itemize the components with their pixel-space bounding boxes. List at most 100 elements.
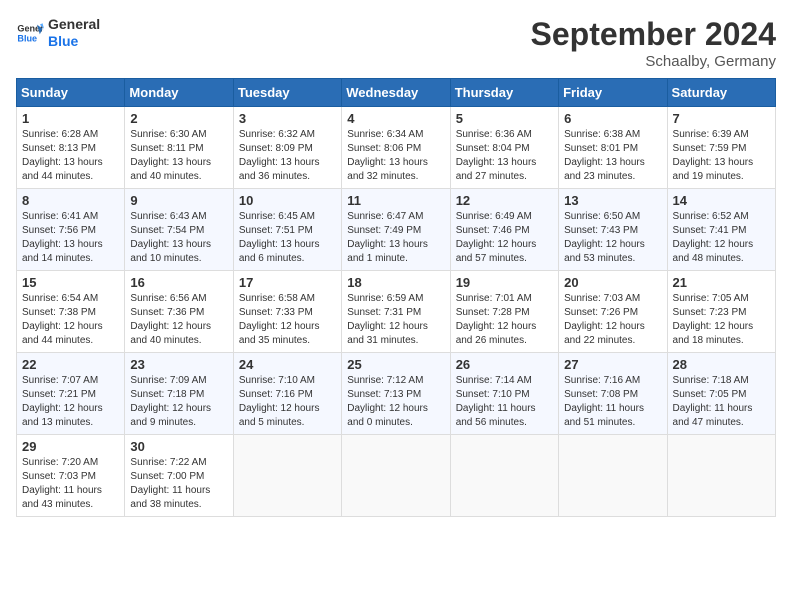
logo-text-general: General: [48, 16, 100, 33]
calendar-week-row: 29 Sunrise: 7:20 AMSunset: 7:03 PMDayligh…: [17, 435, 776, 517]
weekday-header-cell: Sunday: [17, 79, 125, 107]
calendar-day-cell: 25 Sunrise: 7:12 AMSunset: 7:13 PMDayligh…: [342, 353, 450, 435]
day-number: 29: [22, 439, 119, 454]
day-info: Sunrise: 6:36 AMSunset: 8:04 PMDaylight:…: [456, 128, 553, 184]
month-title: September 2024: [531, 16, 776, 53]
day-number: 22: [22, 357, 119, 372]
day-info: Sunrise: 6:56 AMSunset: 7:36 PMDaylight:…: [130, 292, 227, 348]
day-number: 23: [130, 357, 227, 372]
calendar-body: 1Sunrise: 6:28 AMSunset: 8:13 PMDaylight…: [17, 107, 776, 517]
day-info: Sunrise: 7:07 AMSunset: 7:21 PMDaylight:…: [22, 374, 119, 430]
day-info: Sunrise: 6:54 AMSunset: 7:38 PMDaylight:…: [22, 292, 119, 348]
calendar-day-cell: 10Sunrise: 6:45 AMSunset: 7:51 PMDayligh…: [233, 189, 341, 271]
day-number: 20: [564, 275, 661, 290]
day-info: Sunrise: 7:10 AMSunset: 7:16 PMDaylight:…: [239, 374, 336, 430]
day-info: Sunrise: 6:32 AMSunset: 8:09 PMDaylight:…: [239, 128, 336, 184]
day-info: Sunrise: 6:30 AMSunset: 8:11 PMDaylight:…: [130, 128, 227, 184]
calendar-day-cell: 7 Sunrise: 6:39 AMSunset: 7:59 PMDaylight…: [667, 107, 775, 189]
calendar-day-cell: [559, 435, 667, 517]
day-number: 6: [564, 111, 661, 126]
logo: General Blue General Blue: [16, 16, 100, 50]
weekday-header-row: SundayMondayTuesdayWednesdayThursdayFrid…: [17, 79, 776, 107]
day-info: Sunrise: 6:47 AMSunset: 7:49 PMDaylight:…: [347, 210, 444, 266]
day-info: Sunrise: 6:49 AMSunset: 7:46 PMDaylight:…: [456, 210, 553, 266]
day-number: 13: [564, 193, 661, 208]
day-number: 15: [22, 275, 119, 290]
calendar-day-cell: 11 Sunrise: 6:47 AMSunset: 7:49 PMDayligh…: [342, 189, 450, 271]
title-area: September 2024 Schaalby, Germany: [531, 16, 776, 70]
calendar-day-cell: 19 Sunrise: 7:01 AMSunset: 7:28 PMDayligh…: [450, 271, 558, 353]
calendar-day-cell: 2 Sunrise: 6:30 AMSunset: 8:11 PMDaylight…: [125, 107, 233, 189]
weekday-header-cell: Friday: [559, 79, 667, 107]
calendar-day-cell: [667, 435, 775, 517]
calendar-day-cell: [233, 435, 341, 517]
calendar-day-cell: [450, 435, 558, 517]
day-info: Sunrise: 6:59 AMSunset: 7:31 PMDaylight:…: [347, 292, 444, 348]
logo-text-blue: Blue: [48, 33, 100, 50]
calendar-day-cell: 1Sunrise: 6:28 AMSunset: 8:13 PMDaylight…: [17, 107, 125, 189]
calendar-day-cell: 9Sunrise: 6:43 AMSunset: 7:54 PMDaylight…: [125, 189, 233, 271]
calendar-day-cell: 29 Sunrise: 7:20 AMSunset: 7:03 PMDayligh…: [17, 435, 125, 517]
day-number: 8: [22, 193, 119, 208]
day-info: Sunrise: 7:22 AMSunset: 7:00 PMDaylight:…: [130, 456, 227, 512]
calendar-day-cell: 30Sunrise: 7:22 AMSunset: 7:00 PMDayligh…: [125, 435, 233, 517]
day-number: 18: [347, 275, 444, 290]
day-info: Sunrise: 7:09 AMSunset: 7:18 PMDaylight:…: [130, 374, 227, 430]
calendar-day-cell: 17Sunrise: 6:58 AMSunset: 7:33 PMDayligh…: [233, 271, 341, 353]
day-number: 17: [239, 275, 336, 290]
header: General Blue General Blue September 2024…: [16, 16, 776, 70]
day-number: 3: [239, 111, 336, 126]
day-info: Sunrise: 7:03 AMSunset: 7:26 PMDaylight:…: [564, 292, 661, 348]
weekday-header-cell: Thursday: [450, 79, 558, 107]
day-number: 16: [130, 275, 227, 290]
weekday-header-cell: Monday: [125, 79, 233, 107]
svg-text:Blue: Blue: [17, 33, 37, 43]
day-number: 7: [673, 111, 770, 126]
calendar-day-cell: 27 Sunrise: 7:16 AMSunset: 7:08 PMDayligh…: [559, 353, 667, 435]
calendar-day-cell: 20 Sunrise: 7:03 AMSunset: 7:26 PMDayligh…: [559, 271, 667, 353]
day-info: Sunrise: 7:05 AMSunset: 7:23 PMDaylight:…: [673, 292, 770, 348]
calendar: SundayMondayTuesdayWednesdayThursdayFrid…: [16, 78, 776, 517]
day-number: 2: [130, 111, 227, 126]
calendar-day-cell: 24 Sunrise: 7:10 AMSunset: 7:16 PMDayligh…: [233, 353, 341, 435]
day-info: Sunrise: 6:41 AMSunset: 7:56 PMDaylight:…: [22, 210, 119, 266]
day-info: Sunrise: 7:14 AMSunset: 7:10 PMDaylight:…: [456, 374, 553, 430]
calendar-week-row: 1Sunrise: 6:28 AMSunset: 8:13 PMDaylight…: [17, 107, 776, 189]
day-info: Sunrise: 6:28 AMSunset: 8:13 PMDaylight:…: [22, 128, 119, 184]
day-info: Sunrise: 7:16 AMSunset: 7:08 PMDaylight:…: [564, 374, 661, 430]
calendar-day-cell: 26 Sunrise: 7:14 AMSunset: 7:10 PMDayligh…: [450, 353, 558, 435]
day-number: 26: [456, 357, 553, 372]
day-number: 11: [347, 193, 444, 208]
day-info: Sunrise: 7:20 AMSunset: 7:03 PMDaylight:…: [22, 456, 119, 512]
day-number: 21: [673, 275, 770, 290]
day-number: 5: [456, 111, 553, 126]
day-number: 14: [673, 193, 770, 208]
calendar-day-cell: 4Sunrise: 6:34 AMSunset: 8:06 PMDaylight…: [342, 107, 450, 189]
calendar-week-row: 8 Sunrise: 6:41 AMSunset: 7:56 PMDaylight…: [17, 189, 776, 271]
day-number: 19: [456, 275, 553, 290]
weekday-header-cell: Tuesday: [233, 79, 341, 107]
calendar-day-cell: 13Sunrise: 6:50 AMSunset: 7:43 PMDayligh…: [559, 189, 667, 271]
weekday-header-cell: Saturday: [667, 79, 775, 107]
calendar-day-cell: 5 Sunrise: 6:36 AMSunset: 8:04 PMDaylight…: [450, 107, 558, 189]
location-title: Schaalby, Germany: [531, 53, 776, 70]
day-info: Sunrise: 6:52 AMSunset: 7:41 PMDaylight:…: [673, 210, 770, 266]
day-number: 4: [347, 111, 444, 126]
calendar-day-cell: 21 Sunrise: 7:05 AMSunset: 7:23 PMDayligh…: [667, 271, 775, 353]
calendar-day-cell: 6Sunrise: 6:38 AMSunset: 8:01 PMDaylight…: [559, 107, 667, 189]
day-info: Sunrise: 7:18 AMSunset: 7:05 PMDaylight:…: [673, 374, 770, 430]
day-number: 24: [239, 357, 336, 372]
day-info: Sunrise: 6:39 AMSunset: 7:59 PMDaylight:…: [673, 128, 770, 184]
day-number: 9: [130, 193, 227, 208]
calendar-day-cell: 23 Sunrise: 7:09 AMSunset: 7:18 PMDayligh…: [125, 353, 233, 435]
day-info: Sunrise: 7:12 AMSunset: 7:13 PMDaylight:…: [347, 374, 444, 430]
day-number: 25: [347, 357, 444, 372]
day-number: 28: [673, 357, 770, 372]
calendar-day-cell: 15 Sunrise: 6:54 AMSunset: 7:38 PMDayligh…: [17, 271, 125, 353]
day-number: 27: [564, 357, 661, 372]
calendar-day-cell: 28 Sunrise: 7:18 AMSunset: 7:05 PMDayligh…: [667, 353, 775, 435]
calendar-day-cell: 16 Sunrise: 6:56 AMSunset: 7:36 PMDayligh…: [125, 271, 233, 353]
calendar-day-cell: 3 Sunrise: 6:32 AMSunset: 8:09 PMDaylight…: [233, 107, 341, 189]
day-info: Sunrise: 7:01 AMSunset: 7:28 PMDaylight:…: [456, 292, 553, 348]
calendar-week-row: 22 Sunrise: 7:07 AMSunset: 7:21 PMDayligh…: [17, 353, 776, 435]
